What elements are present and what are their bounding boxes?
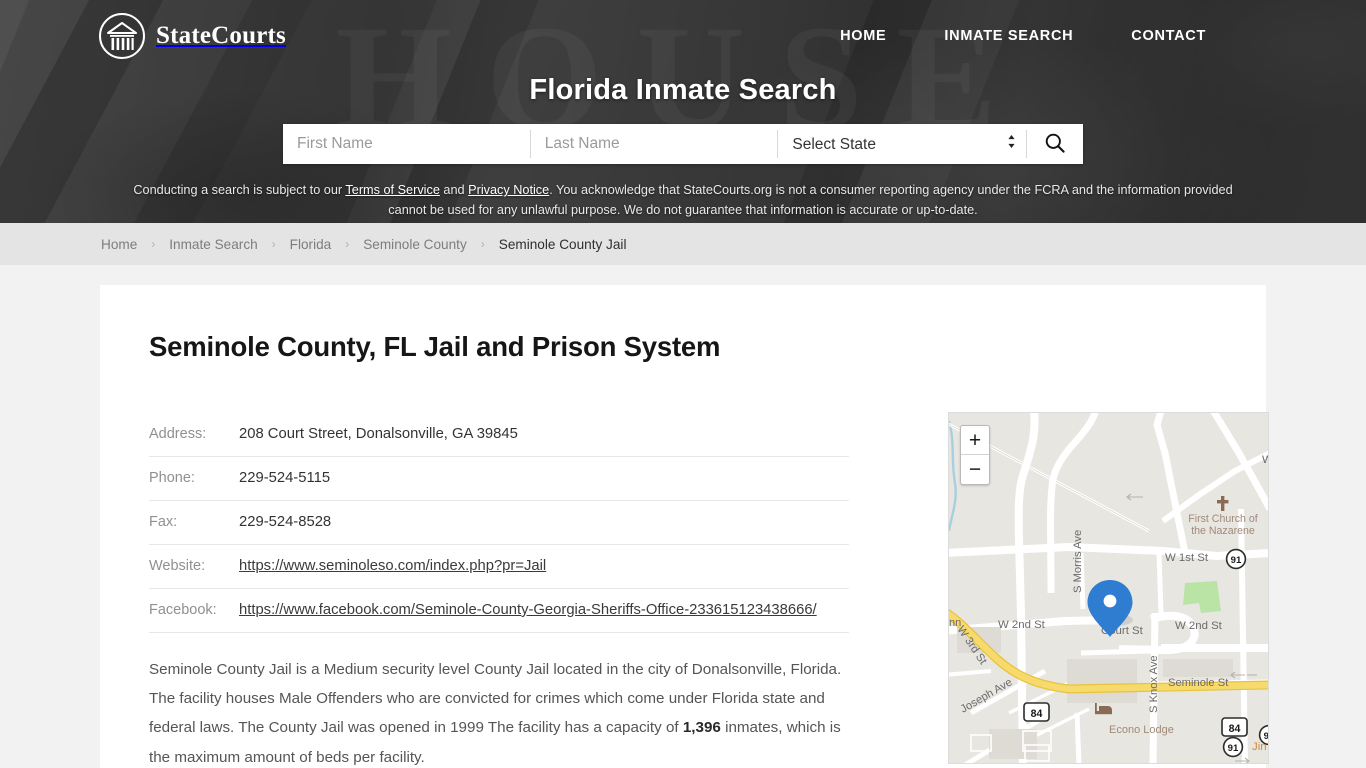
map-zoom-in-button[interactable]: + <box>961 426 989 455</box>
breadcrumb-separator: › <box>151 237 156 251</box>
last-name-input[interactable] <box>530 124 778 164</box>
breadcrumb-item-inmate-search[interactable]: Inmate Search <box>169 237 257 252</box>
street-label-w-partial: W <box>1262 454 1269 466</box>
search-disclaimer: Conducting a search is subject to our Te… <box>131 180 1235 220</box>
table-row: Fax: 229-524-8528 <box>149 501 849 545</box>
table-row: Phone: 229-524-5115 <box>149 457 849 501</box>
courthouse-circle-icon <box>98 12 146 60</box>
info-label-fax: Fax: <box>149 513 178 530</box>
hero-title: Florida Inmate Search <box>529 74 837 106</box>
privacy-notice-link[interactable]: Privacy Notice <box>468 183 549 197</box>
facility-details-column: Address: 208 Court Street, Donalsonville… <box>149 412 901 768</box>
svg-text:91: 91 <box>1231 555 1242 566</box>
nav-item-home[interactable]: HOME <box>840 28 886 44</box>
info-label-website: Website: <box>149 557 206 574</box>
map-zoom-controls[interactable]: + − <box>960 425 990 485</box>
table-row: Address: 208 Court Street, Donalsonville… <box>149 412 849 457</box>
capacity-highlight: 1,396 <box>682 719 721 737</box>
breadcrumb-separator: › <box>480 237 485 251</box>
street-label-seminole-st: Seminole St <box>1168 677 1229 689</box>
main-navigation: HOME INMATE SEARCH CONTACT <box>840 28 1206 44</box>
route-shield-91: 91 <box>1225 548 1247 570</box>
first-name-input[interactable] <box>283 124 530 164</box>
info-value-facebook: https://www.facebook.com/Seminole-County… <box>239 599 817 622</box>
facility-description: Seminole County Jail is a Medium securit… <box>149 655 849 768</box>
terms-of-service-link[interactable]: Terms of Service <box>345 183 439 197</box>
breadcrumb-item-home[interactable]: Home <box>101 237 137 252</box>
info-value-fax: 229-524-8528 <box>239 513 332 530</box>
search-icon <box>1044 132 1066 157</box>
info-value-address: 208 Court Street, Donalsonville, GA 3984… <box>239 426 518 442</box>
breadcrumb-item-current: Seminole County Jail <box>498 236 627 252</box>
disclaimer-part-1: Conducting a search is subject to our <box>133 183 346 197</box>
brand-name: StateCourts <box>156 22 286 49</box>
info-label-phone: Phone: <box>149 469 195 486</box>
route-shield-84: 84 <box>1221 717 1248 737</box>
table-row: Website: https://www.seminoleso.com/inde… <box>149 545 849 589</box>
state-select[interactable]: Select State <box>778 124 1027 164</box>
info-label-address: Address: <box>149 426 207 442</box>
breadcrumb-separator: › <box>345 237 350 251</box>
page-title: Seminole County, FL Jail and Prison Syst… <box>149 331 721 362</box>
info-value-website: https://www.seminoleso.com/index.php?pr=… <box>239 555 546 578</box>
facebook-link[interactable]: https://www.facebook.com/Seminole-County… <box>239 602 817 618</box>
breadcrumb-separator: › <box>271 237 276 251</box>
location-map[interactable]: 91 91 91 <box>948 412 1269 764</box>
church-label-line1: First Church of <box>1188 513 1258 525</box>
route-shield-91: 91 <box>1222 736 1244 758</box>
svg-text:84: 84 <box>1229 723 1241 735</box>
church-label-line2: the Nazarene <box>1191 525 1255 537</box>
street-label-jin-partial: Jin <box>1252 741 1267 753</box>
map-canvas[interactable]: 91 91 91 <box>949 413 1269 764</box>
brand-logo-link[interactable]: StateCourts <box>98 12 286 60</box>
map-column: 91 91 91 <box>948 412 1269 768</box>
route-shield-84: 84 <box>1023 702 1050 722</box>
info-value-phone: 229-524-5115 <box>239 469 331 486</box>
search-submit-button[interactable] <box>1027 124 1083 164</box>
hero-header: HOUSE StateCourts HOME INMATE SEARCH CON… <box>0 0 1366 223</box>
facility-info-table: Address: 208 Court Street, Donalsonville… <box>149 412 849 633</box>
street-label-s-knox-ave: S Knox Ave <box>1148 655 1160 713</box>
map-zoom-out-button[interactable]: − <box>961 455 989 484</box>
table-row: Facebook: https://www.facebook.com/Semin… <box>149 589 849 633</box>
content-grid: Address: 208 Court Street, Donalsonville… <box>149 412 1269 768</box>
breadcrumb-item-seminole-county[interactable]: Seminole County <box>363 237 467 252</box>
svg-text:84: 84 <box>1031 708 1043 720</box>
street-label-w-2nd-st-right: W 2nd St <box>1175 620 1223 632</box>
info-label-facebook: Facebook: <box>149 601 217 618</box>
website-link[interactable]: https://www.seminoleso.com/index.php?pr=… <box>239 558 546 574</box>
street-label-s-morris-ave: S Morris Ave <box>1072 530 1084 593</box>
state-select-wrapper: Select State <box>778 124 1027 164</box>
street-label-w-1st-st: W 1st St <box>1165 552 1209 564</box>
top-bar: StateCourts HOME INMATE SEARCH CONTACT <box>0 0 1366 72</box>
nav-item-contact[interactable]: CONTACT <box>1131 28 1206 44</box>
nav-item-inmate-search[interactable]: INMATE SEARCH <box>944 28 1073 44</box>
breadcrumb-item-florida[interactable]: Florida <box>290 237 332 252</box>
svg-text:91: 91 <box>1228 743 1239 754</box>
page-body: Seminole County, FL Jail and Prison Syst… <box>0 265 1366 768</box>
street-label-w-2nd-st-left: W 2nd St <box>998 619 1046 631</box>
hotel-label: Econo Lodge <box>1109 724 1174 736</box>
disclaimer-part-2: and <box>439 183 469 197</box>
breadcrumb: Home › Inmate Search › Florida › Seminol… <box>0 223 1366 265</box>
inmate-search-form: Select State <box>283 124 1083 164</box>
content-card: Seminole County, FL Jail and Prison Syst… <box>100 285 1269 768</box>
